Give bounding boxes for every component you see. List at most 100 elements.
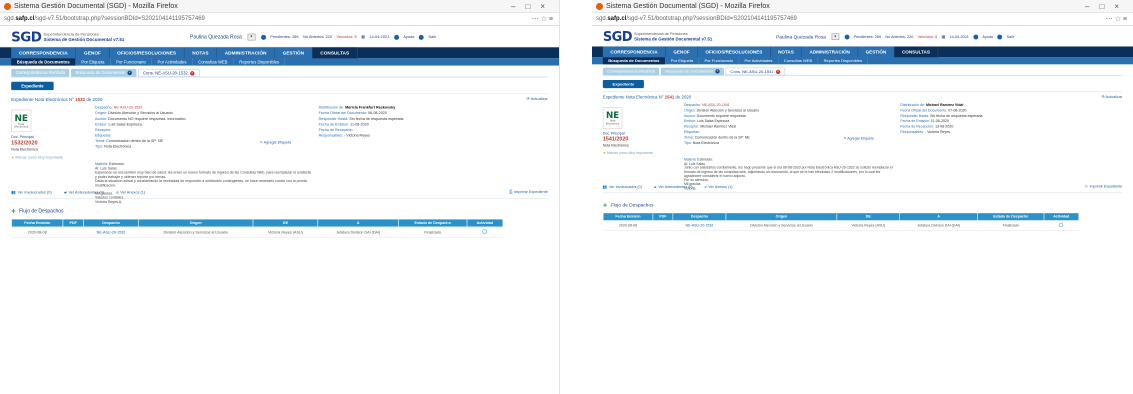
- field-label: Responder Hasta:: [318, 116, 349, 121]
- add-tag-link[interactable]: ✎ Agregar Etiqueta: [260, 140, 291, 144]
- nav-item[interactable]: GENOF: [665, 46, 698, 58]
- ver-antecedentes[interactable]: ▰ Ver Antecedentes (0): [654, 185, 693, 190]
- nav-item[interactable]: CORRESPONDENCIA: [602, 46, 666, 58]
- logout-link[interactable]: Salir: [1007, 35, 1015, 39]
- subnav-item[interactable]: Por Funcionario: [699, 57, 740, 65]
- close-icon[interactable]: ×: [189, 71, 195, 76]
- field-label: Emisor:: [95, 122, 108, 127]
- url-text[interactable]: sgd.safp.cl/sgd-v7.51/bootstrap.php?sess…: [596, 16, 797, 22]
- mark-important[interactable]: ★ Marcar como Muy Importante: [603, 151, 657, 155]
- window-controls[interactable]: –□×: [511, 0, 555, 13]
- table-cell: Victoria Reyes (ASU): [252, 226, 319, 238]
- address-bar[interactable]: sgd.safp.cl/sgd-v7.51/bootstrap.php?sess…: [0, 13, 559, 26]
- tab-correspondencia[interactable]: Correspondencia Recibida: [602, 67, 660, 76]
- logout-link[interactable]: Salir: [428, 35, 436, 39]
- pending-count[interactable]: Pendientes: 289: [270, 35, 298, 39]
- header-stats: Pendientes: 289 No Abiertos: 220 Vencido…: [844, 34, 1015, 40]
- nav-item[interactable]: CONSULTAS: [312, 47, 358, 59]
- header-stats: Pendientes: 289 No Abiertos: 220 Vencido…: [260, 34, 436, 40]
- tab-correspondencia[interactable]: Correspondencia Recibida: [11, 68, 70, 77]
- tab-consulta[interactable]: Cons. NE-ASU-20-1541 ×: [725, 67, 786, 76]
- field-row: Tipo: Nota Electrónica: [684, 141, 863, 146]
- flujo-table: Fecha Emisión PDF Despacho Origen DE A Estado …: [11, 218, 504, 238]
- print-expediente[interactable]: ⎙ Imprimir Expediente: [1085, 185, 1122, 189]
- expediente-button[interactable]: Expediente: [11, 81, 54, 91]
- table-row[interactable]: 2020-08-08 NE-ASU-20-1532 División Atenció…: [11, 226, 503, 238]
- subnav-item[interactable]: Reportes Disponibles: [818, 57, 869, 65]
- help-link[interactable]: Ayuda: [982, 35, 993, 39]
- subnav-item[interactable]: Por Funcionario: [111, 58, 152, 66]
- url-text[interactable]: sgd.safp.cl/sgd-v7.51/bootstrap.php?sess…: [4, 16, 205, 22]
- search-icon[interactable]: [482, 229, 488, 234]
- tab-busqueda[interactable]: Búsqueda de Documentos ×: [71, 68, 137, 77]
- window-controls[interactable]: –□×: [1085, 0, 1129, 13]
- nav-item[interactable]: CORRESPONDENCIA: [11, 47, 77, 59]
- subnav-item[interactable]: Por Etiqueta: [665, 57, 700, 65]
- refresh-link[interactable]: ⟳ Actualizar: [1102, 95, 1123, 100]
- table-cell[interactable]: NE-ASU-20-1532: [83, 226, 139, 238]
- browser-tools[interactable]: ⋯ ☆ ≡: [532, 13, 553, 25]
- add-tag-link[interactable]: ✎ Agregar Etiqueta: [844, 136, 874, 141]
- search-icon[interactable]: [1059, 222, 1064, 228]
- user-select[interactable]: ▾: [247, 33, 256, 41]
- nav-item[interactable]: NOTAS: [770, 46, 802, 58]
- field-label: Fecha de Recepción:: [900, 124, 935, 129]
- help-link[interactable]: Ayuda: [403, 35, 414, 39]
- browser-tools[interactable]: ⋯ ☆ ≡: [1106, 13, 1127, 25]
- pending-icon: [260, 34, 266, 40]
- column-header: Despacho: [83, 218, 139, 228]
- expired-count[interactable]: Vencidos: 8: [336, 35, 356, 39]
- subnav-item[interactable]: Búsqueda de Documentos: [602, 57, 666, 65]
- nav-item[interactable]: ADMINISTRACIÓN: [801, 46, 858, 58]
- print-expediente[interactable]: ⎙ Imprimir Expediente: [509, 190, 548, 194]
- ver-involucrados[interactable]: 👥 Ver Involucrados (0): [11, 190, 51, 195]
- unopened-count[interactable]: No Abiertos: 220: [303, 35, 332, 39]
- user-select[interactable]: ▾: [831, 33, 840, 40]
- table-cell[interactable]: NE-ASU-20-1532: [672, 220, 727, 231]
- field-value: Sin fecha de respuesta esperada: [349, 116, 404, 121]
- ver-anexos[interactable]: ⌀ Ver Anexos (1): [705, 185, 733, 190]
- field-label: Despacho:: [95, 105, 113, 110]
- pending-count[interactable]: Pendientes: 289: [854, 35, 881, 39]
- subnav-item[interactable]: Por Actividades: [739, 57, 779, 65]
- ver-anexos[interactable]: ⌀ Ver Anexos (1): [116, 190, 145, 195]
- nav-item[interactable]: OFICIOS/RESOLUCIONES: [109, 47, 185, 59]
- nav-item[interactable]: ADMINISTRACIÓN: [216, 47, 275, 59]
- subnav-item[interactable]: Búsqueda de Documentos: [11, 58, 76, 66]
- subnav-item[interactable]: Reportes Disponibles: [234, 58, 286, 66]
- table-cell[interactable]: [466, 226, 503, 238]
- close-icon[interactable]: ×: [127, 70, 132, 76]
- logo-mark: SGD: [11, 29, 42, 45]
- subnav-item[interactable]: Consultas WEB: [193, 58, 234, 66]
- subnav-item[interactable]: Por Actividades: [152, 58, 193, 66]
- table-cell[interactable]: [1043, 220, 1079, 231]
- tab-busqueda[interactable]: Búsqueda de Documentos ×: [660, 67, 724, 76]
- nav-item[interactable]: GENOF: [76, 47, 110, 59]
- subnav-item[interactable]: Por Etiqueta: [76, 58, 111, 66]
- nav-item[interactable]: CONSULTAS: [894, 46, 939, 58]
- materia-text: Materia: Estimado: Al: Luis Salas Espera…: [95, 162, 312, 204]
- ver-antecedentes[interactable]: ▰ Ver Antecedentes (0): [64, 190, 104, 195]
- close-icon[interactable]: ×: [715, 69, 720, 74]
- ver-involucrados[interactable]: 👥 Ver Involucrados (0): [603, 185, 642, 190]
- address-bar[interactable]: sgd.safp.cl/sgd-v7.51/bootstrap.php?sess…: [592, 13, 1133, 26]
- field-value: 06-08-2020: [368, 111, 387, 116]
- expired-count[interactable]: Vencidos: 8: [918, 35, 938, 39]
- tab-divider: [602, 75, 1123, 76]
- column-header: Actividad: [1043, 212, 1079, 221]
- field-label: Tipo:: [683, 141, 692, 145]
- subnav-item[interactable]: Consultas WEB: [778, 57, 819, 65]
- nav-item[interactable]: GESTIÓN: [857, 46, 895, 58]
- refresh-link[interactable]: ⟳ Actualizar: [526, 97, 547, 102]
- nav-item[interactable]: GESTIÓN: [274, 47, 313, 59]
- nav-item[interactable]: OFICIOS/RESOLUCIONES: [697, 46, 771, 58]
- unopened-count[interactable]: No Abiertos: 220: [885, 35, 913, 39]
- close-icon[interactable]: ×: [775, 69, 781, 75]
- mark-important[interactable]: ★ Marcar como Muy Importante: [11, 155, 67, 160]
- nav-item[interactable]: NOTAS: [184, 47, 217, 59]
- expediente-actions: 👥 Ver Involucrados (0) ▰ Ver Antecedentes …: [11, 190, 548, 194]
- field-label: Acción:: [683, 114, 696, 118]
- expediente-button[interactable]: Expediente: [602, 80, 644, 89]
- tab-consulta[interactable]: Cons. NE-ASU-20-1532 ×: [137, 68, 200, 77]
- table-row[interactable]: 2020-08-08 NE-ASU-20-1532 División Atenció…: [603, 220, 1079, 231]
